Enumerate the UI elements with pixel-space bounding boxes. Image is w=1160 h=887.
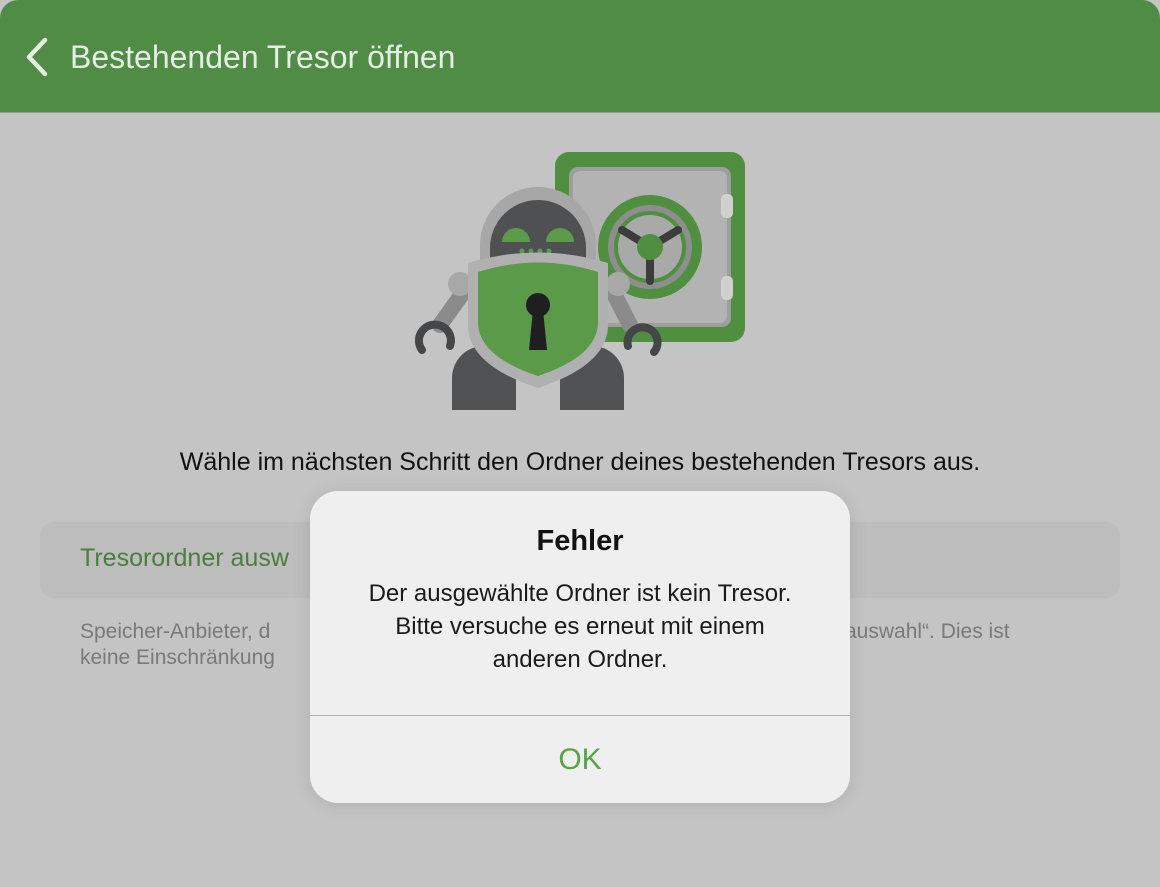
back-button[interactable]: Bestehenden Tresor öffnen [24,30,455,84]
alert-title: Fehler [536,525,624,557]
footer-hint-line1-left: Speicher-Anbieter, d [80,620,271,643]
alert-message: Der ausgewählte Ordner ist kein Tresor. … [368,580,792,673]
page-title: Bestehenden Tresor öffnen [70,38,456,75]
navigation-bar: Bestehenden Tresor öffnen [0,0,1160,113]
instruction-text: Wähle im nächsten Schritt den Ordner dei… [179,448,981,476]
robot-with-safe-illustration [414,152,745,410]
ok-button[interactable]: OK [310,716,850,803]
footer-hint-line2: keine Einschränkung [80,646,275,669]
error-alert-dialog: Fehler Der ausgewählte Ordner ist kein T… [310,491,850,803]
select-vault-folder-label: Tresorordner ausw [80,544,289,572]
footer-hint-line1-right: auswahl“. Dies ist [845,620,1010,643]
chevron-left-icon [26,37,48,77]
